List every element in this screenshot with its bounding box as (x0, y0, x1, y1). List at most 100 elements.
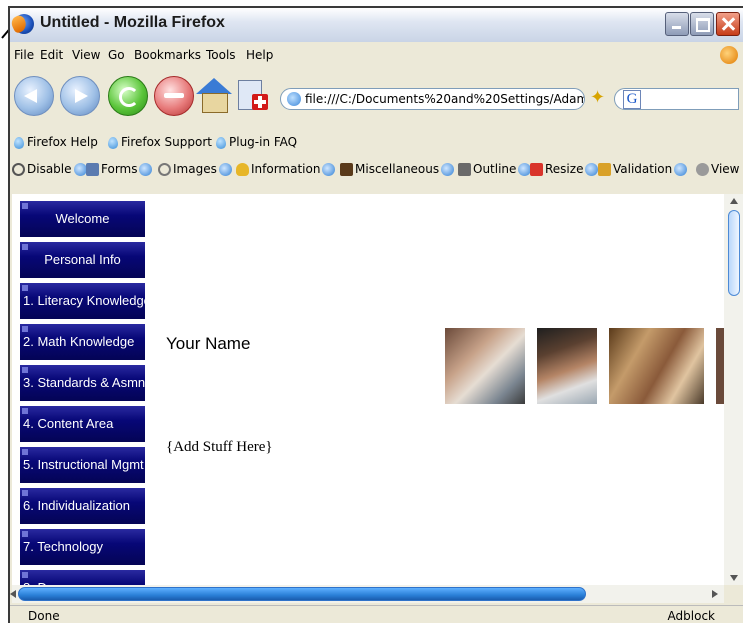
wd-images[interactable]: Images (158, 162, 232, 176)
wd-outline[interactable]: Outline (458, 162, 532, 176)
wd-label: Validation (613, 162, 673, 176)
nav-standards-asmnt[interactable]: 3. Standards & Asmnt (20, 365, 145, 401)
home-button[interactable] (196, 78, 232, 113)
scroll-left-icon[interactable] (10, 590, 16, 598)
dropdown-icon (218, 163, 232, 176)
web-developer-toolbar: Disable Forms Images Information Miscell… (10, 158, 743, 182)
nav-individualization[interactable]: 6. Individualization (20, 488, 145, 524)
close-button[interactable] (716, 12, 740, 36)
address-bar[interactable]: file:///C:/Documents%20and%20Settings/Ad… (280, 88, 585, 110)
wd-information[interactable]: Information (236, 162, 336, 176)
wd-forms[interactable]: Forms (86, 162, 153, 176)
scroll-up-icon[interactable] (730, 198, 738, 204)
menu-tools[interactable]: Tools (206, 48, 236, 62)
wd-label: Outline (473, 162, 517, 176)
images-icon (158, 163, 171, 176)
wd-label: View S (711, 162, 743, 176)
menu-edit[interactable]: Edit (40, 48, 63, 62)
bookmark-firefox-help[interactable]: Firefox Help (14, 135, 98, 149)
address-text: file:///C:/Documents%20and%20Settings/Ad… (305, 92, 585, 106)
wd-miscellaneous[interactable]: Miscellaneous (340, 162, 455, 176)
bookmark-label: Firefox Support (121, 135, 212, 149)
nav-item-8[interactable]: 8. D (20, 570, 145, 585)
photo-student (537, 328, 597, 404)
dropdown-icon (322, 163, 336, 176)
wd-label: Resize (545, 162, 584, 176)
nav-welcome[interactable]: Welcome (20, 201, 145, 237)
nav-content-area[interactable]: 4. Content Area (20, 406, 145, 442)
photo-classroom (609, 328, 704, 404)
status-bar: Done Adblock (10, 605, 743, 623)
dropdown-icon (674, 163, 688, 176)
wd-label: Forms (101, 162, 138, 176)
menu-help[interactable]: Help (246, 48, 273, 62)
plus-icon (252, 94, 268, 110)
browser-window: Untitled - Mozilla Firefox File Edit Vie… (8, 6, 743, 623)
home-icon (196, 78, 232, 94)
nav-instructional-mgmt[interactable]: 5. Instructional Mgmt (20, 447, 145, 483)
horizontal-scroll-thumb[interactable] (18, 587, 586, 601)
window-title: Untitled - Mozilla Firefox (40, 14, 225, 31)
nav-literacy-knowledge[interactable]: 1. Literacy Knowledge (20, 283, 145, 319)
wd-label: Miscellaneous (355, 162, 440, 176)
navigation-toolbar: file:///C:/Documents%20and%20Settings/Ad… (10, 68, 743, 126)
wd-disable[interactable]: Disable (12, 162, 87, 176)
bookmark-firefox-support[interactable]: Firefox Support (108, 135, 212, 149)
dropdown-icon (73, 163, 87, 176)
validation-icon (598, 163, 611, 176)
bookmark-plugin-faq[interactable]: Plug-in FAQ (216, 135, 297, 149)
wd-view-source[interactable]: View S (696, 162, 743, 176)
wd-label: Images (173, 162, 217, 176)
bookmarks-toolbar: Firefox Help Firefox Support Plug-in FAQ (10, 132, 743, 154)
nav-personal-info[interactable]: Personal Info (20, 242, 145, 278)
bookmark-icon (216, 136, 226, 149)
back-button[interactable] (14, 76, 54, 116)
new-tab-button[interactable] (236, 78, 268, 112)
miscellaneous-icon (340, 163, 353, 176)
minimize-button[interactable] (665, 12, 689, 36)
photo-child-computer (445, 328, 525, 404)
outline-icon (458, 163, 471, 176)
information-icon (236, 163, 249, 176)
menu-go[interactable]: Go (108, 48, 125, 62)
activity-throbber-icon (720, 46, 738, 64)
bookmark-star-icon[interactable]: ✦ (590, 88, 610, 108)
vertical-scroll-thumb[interactable] (728, 210, 740, 296)
vertical-scrollbar[interactable] (724, 194, 743, 585)
scroll-right-icon[interactable] (712, 590, 718, 598)
horizontal-scrollbar[interactable] (10, 585, 724, 603)
bookmark-icon (14, 136, 24, 149)
dropdown-icon (139, 163, 153, 176)
resize-icon (530, 163, 543, 176)
menu-view[interactable]: View (72, 48, 100, 62)
dropdown-icon (441, 163, 455, 176)
wd-label: Information (251, 162, 321, 176)
menu-bar: File Edit View Go Bookmarks Tools Help (10, 44, 743, 66)
maximize-button[interactable] (690, 12, 714, 36)
disable-icon (12, 163, 25, 176)
bookmark-label: Plug-in FAQ (229, 135, 298, 149)
bookmark-label: Firefox Help (27, 135, 98, 149)
scroll-down-icon[interactable] (730, 575, 738, 581)
reload-button[interactable] (108, 76, 148, 116)
wd-label: Disable (27, 162, 72, 176)
view-source-icon (696, 163, 709, 176)
wd-validation[interactable]: Validation (598, 162, 688, 176)
adblock-link[interactable]: Adblock (668, 609, 715, 623)
forward-button[interactable] (60, 76, 100, 116)
status-text: Done (28, 609, 60, 623)
nav-technology[interactable]: 7. Technology (20, 529, 145, 565)
nav-math-knowledge[interactable]: 2. Math Knowledge (20, 324, 145, 360)
page-heading: Your Name (166, 334, 251, 353)
menu-bookmarks[interactable]: Bookmarks (134, 48, 201, 62)
google-engine-icon[interactable]: G (623, 90, 641, 109)
menu-file[interactable]: File (14, 48, 34, 62)
stop-button[interactable] (154, 76, 194, 116)
firefox-logo-icon (14, 14, 34, 34)
home-icon-body (202, 93, 228, 113)
search-box[interactable]: G (614, 88, 739, 110)
forms-icon (86, 163, 99, 176)
wd-resize[interactable]: Resize (530, 162, 599, 176)
photo-partial (716, 328, 724, 404)
page-content: Welcome Personal Info 1. Literacy Knowle… (12, 194, 724, 585)
